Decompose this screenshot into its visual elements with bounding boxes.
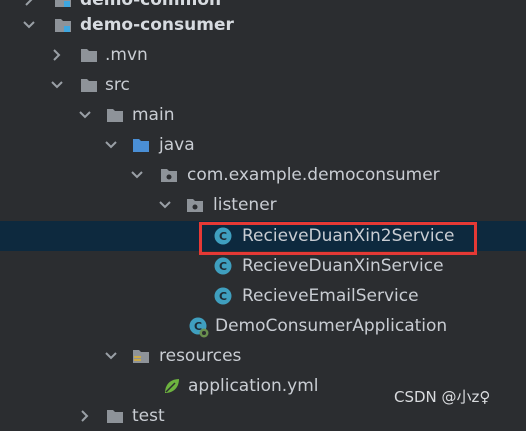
spring-yml-icon	[165, 379, 179, 393]
svg-text:C: C	[219, 290, 227, 303]
tree-item-recieve-duanxin-service[interactable]: C RecieveDuanXinService	[0, 251, 526, 281]
tree-item-resources[interactable]: resources	[0, 341, 526, 371]
tree-item-package-democonsumer[interactable]: com.example.democonsumer	[0, 160, 526, 190]
svg-text:C: C	[219, 230, 227, 243]
resources-folder-icon	[133, 350, 149, 363]
watermark: CSDN @小z♀	[394, 388, 491, 406]
tree-item-label: listener	[213, 195, 277, 215]
tree-item-java[interactable]: java	[0, 130, 526, 160]
tree-item-label: resources	[159, 346, 242, 366]
folder-icon	[81, 49, 97, 62]
tree-item-label: com.example.democonsumer	[187, 165, 440, 185]
tree-item-main[interactable]: main	[0, 100, 526, 130]
tree-item-src[interactable]: src	[0, 70, 526, 100]
chevron-down-icon[interactable]	[158, 198, 172, 212]
tree-item-demo-consumer[interactable]: demo-consumer	[0, 10, 526, 40]
chevron-down-icon[interactable]	[104, 138, 118, 152]
tree-item-label: RecieveDuanXinService	[242, 256, 444, 276]
chevron-right-icon[interactable]	[22, 0, 36, 7]
tree-item-label: src	[105, 75, 130, 95]
svg-text:C: C	[219, 260, 227, 273]
folder-icon	[81, 79, 97, 92]
package-icon	[187, 199, 203, 212]
folder-icon	[107, 410, 123, 423]
chevron-down-icon[interactable]	[22, 18, 36, 32]
chevron-down-icon[interactable]	[50, 78, 64, 92]
folder-icon	[107, 109, 123, 122]
class-icon: C	[214, 257, 232, 275]
chevron-right-icon[interactable]	[78, 409, 92, 423]
class-icon: C	[214, 287, 232, 305]
tree-item-label: main	[132, 105, 175, 125]
chevron-down-icon[interactable]	[78, 108, 92, 122]
package-icon	[161, 169, 177, 182]
tree-item-label: RecieveDuanXin2Service	[242, 226, 455, 246]
chevron-down-icon[interactable]	[130, 168, 144, 182]
tree-item-recieve-duanxin2-service[interactable]: C RecieveDuanXin2Service	[0, 221, 526, 251]
tree-item-label: DemoConsumerApplication	[215, 316, 448, 336]
class-icon: C	[214, 227, 232, 245]
tree-item-label: demo-consumer	[80, 15, 234, 35]
module-folder-icon	[55, 0, 71, 7]
tree-item-label: java	[159, 135, 195, 155]
tree-item-label: test	[132, 406, 165, 426]
source-folder-icon	[133, 139, 149, 152]
tree-item-listener[interactable]: listener	[0, 190, 526, 220]
tree-item-label: application.yml	[188, 376, 319, 396]
tree-item-label: RecieveEmailService	[242, 286, 419, 306]
tree-item-label: .mvn	[105, 45, 148, 65]
tree-item-demo-consumer-application[interactable]: C DemoConsumerApplication	[0, 311, 526, 341]
chevron-down-icon[interactable]	[104, 349, 118, 363]
tree-item-mvn[interactable]: .mvn	[0, 40, 526, 70]
chevron-right-icon[interactable]	[50, 48, 64, 62]
module-folder-icon	[55, 19, 71, 32]
tree-item-recieve-email-service[interactable]: C RecieveEmailService	[0, 281, 526, 311]
spring-app-class-icon: C	[189, 317, 209, 338]
